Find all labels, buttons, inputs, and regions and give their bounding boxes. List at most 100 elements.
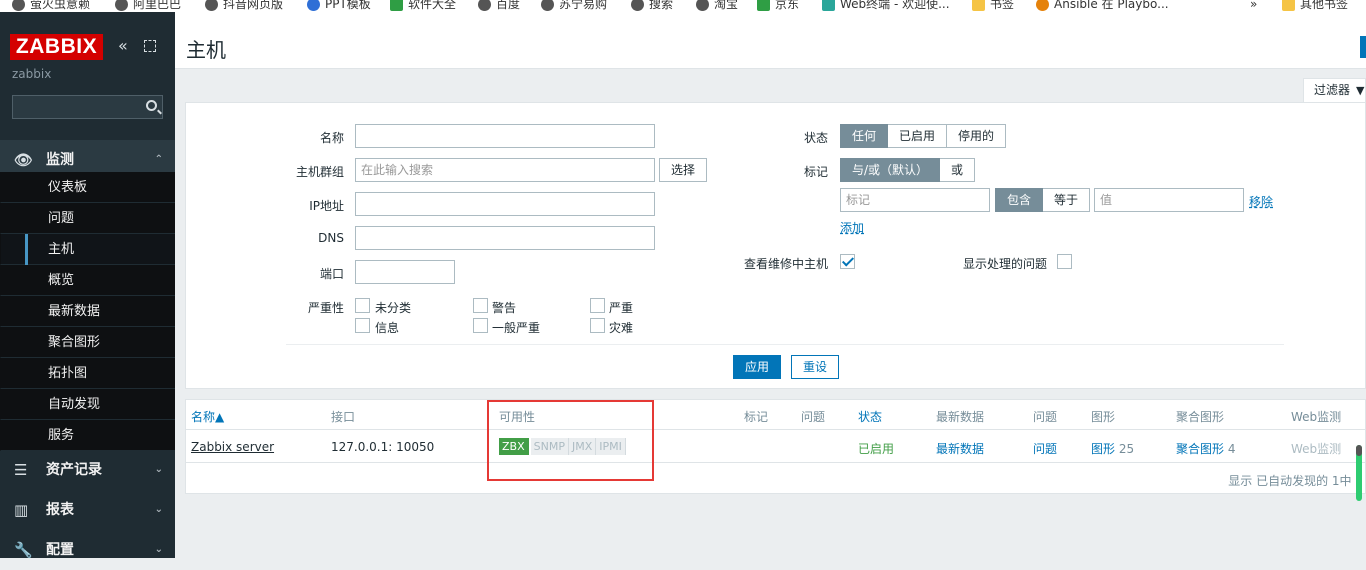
severity-checkbox-disaster[interactable] xyxy=(590,318,605,333)
chart-icon: ▥ xyxy=(14,501,29,519)
wrench-icon: 🔧 xyxy=(14,541,33,559)
hostgroup-input[interactable]: 在此输入搜索 xyxy=(355,158,655,182)
port-field[interactable] xyxy=(355,260,455,284)
menu-section-reports[interactable]: ▥ 报表 ⌄ xyxy=(0,490,175,530)
sidebar-item-problems[interactable]: 问题 xyxy=(0,203,175,234)
hostgroup-label: 主机群组 xyxy=(295,165,344,179)
tags-operator-or[interactable]: 或 xyxy=(940,158,976,182)
bookmark-item[interactable]: 书签 xyxy=(972,0,1014,12)
bookmark-item[interactable]: 其他书签 xyxy=(1282,0,1348,12)
bookmark-item[interactable]: 软件大全 xyxy=(390,0,456,12)
screens-count: 4 xyxy=(1227,442,1236,456)
kiosk-mode-icon[interactable] xyxy=(144,40,156,52)
tag-name-input[interactable]: 标记 xyxy=(840,188,990,212)
suppressed-checkbox[interactable] xyxy=(1057,254,1072,269)
add-tag-link[interactable]: 添加 xyxy=(840,219,864,236)
filter-tab[interactable]: 过滤器 ▼ xyxy=(1303,78,1366,102)
severity-checkbox-not-classified[interactable] xyxy=(355,298,370,313)
search-icon[interactable] xyxy=(146,100,157,111)
remove-tag-link[interactable]: 移除 xyxy=(1249,193,1273,210)
sidebar-item-hosts[interactable]: 主机 xyxy=(0,234,175,265)
bookmark-item[interactable]: 搜索 xyxy=(631,0,673,12)
collapse-sidebar-button[interactable]: « xyxy=(118,36,128,55)
sidebar-item-maps[interactable]: 拓扑图 xyxy=(0,358,175,389)
bookmark-item[interactable]: 苏宁易购 xyxy=(541,0,607,12)
ip-field[interactable] xyxy=(355,192,655,216)
select-hostgroup-button[interactable]: 选择 xyxy=(659,158,707,182)
column-header-interface: 接口 xyxy=(331,410,356,424)
suppressed-label: 显示处理的问题 xyxy=(963,257,1048,271)
terminal-icon xyxy=(822,0,835,11)
name-field[interactable] xyxy=(355,124,655,148)
bookmark-item[interactable]: Web终端 - 欢迎使... xyxy=(822,0,950,12)
list-icon: ☰ xyxy=(14,461,28,479)
port-label: 端口 xyxy=(319,267,344,281)
severity-checkbox-information[interactable] xyxy=(355,318,370,333)
severity-option-label: 信息 xyxy=(375,321,400,335)
apply-button[interactable]: 应用 xyxy=(733,355,781,379)
column-header-name[interactable]: 名称▲ xyxy=(191,408,224,425)
column-header-web: Web监测 xyxy=(1291,410,1342,424)
column-header-problems-link: 问题 xyxy=(1033,410,1058,424)
screens-link[interactable]: 聚合图形 4 xyxy=(1176,440,1235,457)
tags-operator-and-or[interactable]: 与/或（默认） xyxy=(840,158,941,182)
globe-icon xyxy=(12,0,25,11)
dns-field[interactable] xyxy=(355,226,655,250)
maintenance-checkbox[interactable] xyxy=(840,254,855,269)
globe-icon xyxy=(696,0,709,11)
zabbix-logo[interactable]: ZABBIX xyxy=(10,34,103,60)
severity-checkbox-average[interactable] xyxy=(473,318,488,333)
column-header-latest-data: 最新数据 xyxy=(936,410,985,424)
menu-section-config[interactable]: 🔧 配置 ⌄ xyxy=(0,530,175,570)
sidebar-item-overview[interactable]: 概览 xyxy=(0,265,175,296)
sidebar-item-screens[interactable]: 聚合图形 xyxy=(0,327,175,358)
graphs-link[interactable]: 图形 25 xyxy=(1091,440,1134,457)
sidebar-item-discovery[interactable]: 自动发现 xyxy=(0,389,175,420)
column-header-status[interactable]: 状态 xyxy=(858,408,882,425)
host-interface: 127.0.0.1: 10050 xyxy=(331,440,435,454)
bookmark-item[interactable]: PPT模板 xyxy=(307,0,371,12)
bookmark-item[interactable]: 京东 xyxy=(757,0,799,12)
bookmark-item[interactable]: 百度 xyxy=(478,0,520,12)
filter-tab-label: 过滤器 xyxy=(1314,83,1351,97)
sidebar-search-input[interactable] xyxy=(12,95,163,119)
latest-data-link[interactable]: 最新数据 xyxy=(936,440,984,457)
bookmarks-overflow-button[interactable]: » xyxy=(1250,0,1257,12)
ip-label: IP地址 xyxy=(309,199,344,213)
chevron-down-icon: ⌄ xyxy=(154,464,163,475)
severity-checkbox-high[interactable] xyxy=(590,298,605,313)
page-title: 主机 xyxy=(186,38,226,62)
download-icon xyxy=(390,0,403,11)
bookmark-item[interactable]: 阿里巴巴 xyxy=(115,0,181,12)
severity-option-label: 警告 xyxy=(492,301,517,315)
table-footer-count: 显示 已自动发现的 1中 1 xyxy=(1228,474,1363,488)
bookmark-item[interactable]: 萤火虫意赖 xyxy=(12,0,90,12)
tag-match-equals[interactable]: 等于 xyxy=(1043,188,1091,212)
globe-icon xyxy=(205,0,218,11)
sidebar-item-latest-data[interactable]: 最新数据 xyxy=(0,296,175,327)
tag-value-input[interactable]: 值 xyxy=(1094,188,1244,212)
scroll-thumb[interactable] xyxy=(1356,445,1362,456)
status-option-disabled[interactable]: 停用的 xyxy=(947,124,1007,148)
host-status-link[interactable]: 已启用 xyxy=(858,440,894,457)
reset-button[interactable]: 重设 xyxy=(791,355,839,379)
severity-checkbox-warning[interactable] xyxy=(473,298,488,313)
bookmark-item[interactable]: 淘宝 xyxy=(696,0,738,12)
status-segmented-control: 任何 已启用 停用的 xyxy=(840,124,1007,148)
problems-link[interactable]: 问题 xyxy=(1033,440,1057,457)
status-option-enabled[interactable]: 已启用 xyxy=(888,124,948,148)
host-name-link[interactable]: Zabbix server xyxy=(191,440,274,454)
severity-option-label: 严重 xyxy=(609,301,634,315)
ansible-icon xyxy=(1036,0,1049,11)
sidebar-item-services[interactable]: 服务 xyxy=(0,420,175,451)
bookmark-item[interactable]: Ansible 在 Playbo... xyxy=(1036,0,1169,12)
status-option-any[interactable]: 任何 xyxy=(840,124,889,148)
menu-section-inventory[interactable]: ☰ 资产记录 ⌄ xyxy=(0,450,175,490)
globe-icon xyxy=(478,0,491,11)
sidebar-item-dashboard[interactable]: 仪表板 xyxy=(0,172,175,203)
severity-option-label: 灾难 xyxy=(609,321,634,335)
tag-match-contains[interactable]: 包含 xyxy=(995,188,1044,212)
header-action-button[interactable] xyxy=(1360,36,1366,58)
bookmark-item[interactable]: 抖音网页版 xyxy=(205,0,283,12)
funnel-icon: ▼ xyxy=(1356,84,1365,97)
